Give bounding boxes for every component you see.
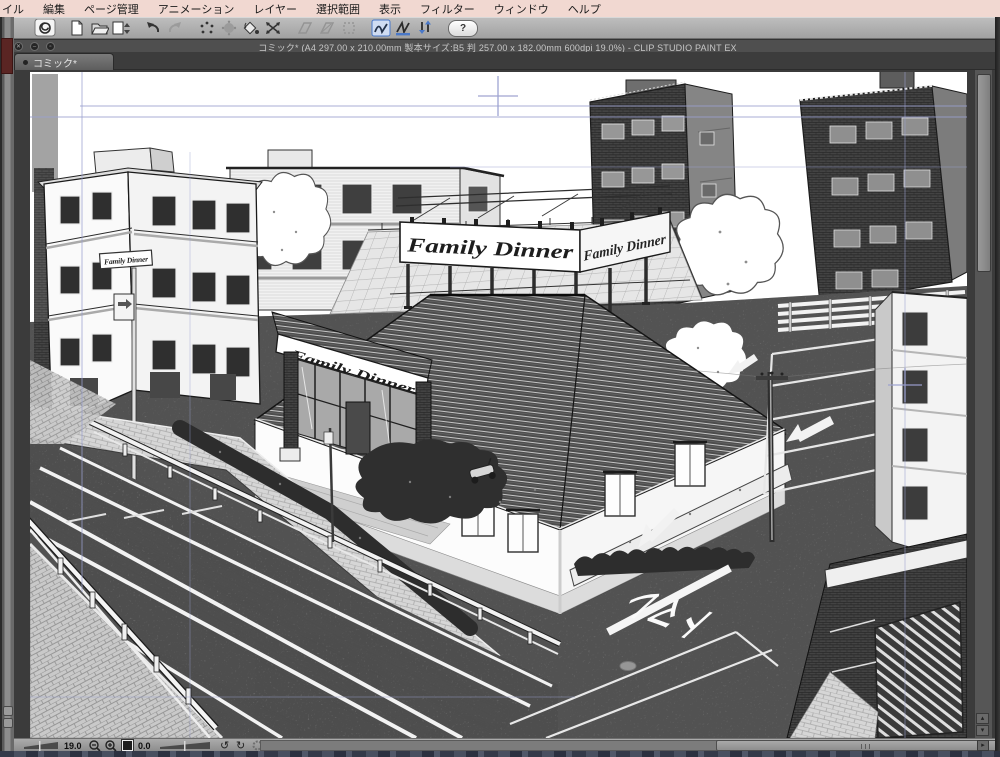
deselect-button[interactable] <box>218 19 240 37</box>
redo-button[interactable] <box>164 19 186 37</box>
menu-item-file[interactable]: イル <box>2 1 24 17</box>
palette-mini-icon[interactable] <box>3 718 13 728</box>
status-bar: 19.0 0.0 ↺ ↻ ◂ ▸ <box>14 738 1000 752</box>
menu-item-window[interactable]: ウィンドウ <box>494 1 549 17</box>
open-file-button[interactable] <box>88 19 110 37</box>
menu-item-layer[interactable]: レイヤー <box>253 1 297 17</box>
palette-mini-icon[interactable] <box>3 706 13 716</box>
transform-button[interactable] <box>262 19 284 37</box>
dark-building-right <box>799 72 967 305</box>
help-label: ? <box>459 22 467 34</box>
horizontal-scrollbar[interactable] <box>260 740 1000 751</box>
scroll-down-button[interactable]: ▾ <box>976 725 989 736</box>
snap-special-ruler-button-disabled[interactable] <box>316 19 338 37</box>
palette-edge-accent <box>1 38 13 74</box>
menu-item-page-manage[interactable]: ページ管理 <box>84 1 139 17</box>
menu-item-view[interactable]: 表示 <box>379 1 401 17</box>
undo-button[interactable] <box>142 19 164 37</box>
help-button[interactable]: ? <box>448 19 478 37</box>
select-dots-button[interactable] <box>196 19 218 37</box>
collapsed-palette-edge[interactable] <box>0 17 14 751</box>
horizontal-scrollbar-thumb[interactable] <box>716 740 1000 751</box>
menu-item-animation[interactable]: アニメーション <box>158 1 235 17</box>
vertical-scrollbar-thumb[interactable] <box>977 74 991 272</box>
toolbar: ? <box>0 17 1000 39</box>
unsaved-dot-icon <box>23 59 28 65</box>
menu-item-edit[interactable]: 編集 <box>43 1 65 17</box>
window-right-border <box>995 17 1000 751</box>
document-title-bar: ✕ – ▫ コミック* (A4 297.00 x 210.00mm 製本サイズ:… <box>0 39 995 53</box>
new-file-button[interactable] <box>66 19 88 37</box>
fill-bucket-button[interactable] <box>240 19 262 37</box>
tab-label: コミック* <box>33 58 77 70</box>
scroll-right-button[interactable]: ▸ <box>977 740 989 751</box>
menu-bar: イル 編集 ページ管理 アニメーション レイヤー 選択範囲 表示 フィルター ウ… <box>0 0 1000 17</box>
vertical-scrollbar[interactable]: ▴ ▾ <box>974 70 992 738</box>
save-button[interactable] <box>110 19 132 37</box>
document-tab-bar: コミック* <box>0 52 995 70</box>
snap-to-ruler-button[interactable] <box>370 19 392 37</box>
menu-item-help[interactable]: ヘルプ <box>568 1 601 17</box>
menu-item-selection[interactable]: 選択範囲 <box>316 1 360 17</box>
snap-to-special-ruler-button[interactable] <box>392 19 414 37</box>
snap-grid-button-disabled[interactable] <box>338 19 360 37</box>
white-building-right <box>874 290 967 565</box>
menu-item-filter[interactable]: フィルター <box>420 1 475 17</box>
snap-to-guide-button[interactable] <box>414 19 436 37</box>
scroll-up-button[interactable]: ▴ <box>976 713 989 724</box>
snap-ruler-button-disabled[interactable] <box>294 19 316 37</box>
document-page[interactable]: Family Dinner Family Dinner Family Dinne… <box>30 72 967 738</box>
app-logo[interactable] <box>34 19 56 37</box>
tab-comic[interactable]: コミック* <box>14 53 114 70</box>
desktop-behind-window <box>0 751 1000 757</box>
